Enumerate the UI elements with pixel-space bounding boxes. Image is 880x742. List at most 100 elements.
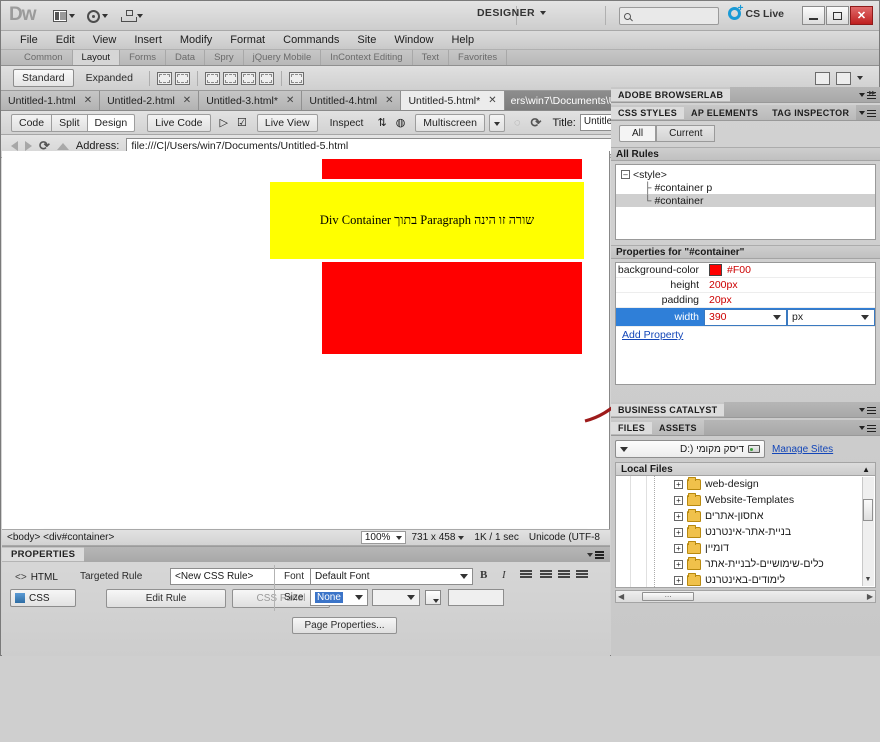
close-icon[interactable]: ✕ <box>286 95 294 106</box>
properties-tab[interactable]: PROPERTIES <box>2 548 85 561</box>
expand-icon[interactable]: + <box>674 543 683 553</box>
color-swatch[interactable] <box>709 264 722 276</box>
close-icon[interactable]: ✕ <box>183 95 191 106</box>
multiscreen-dropdown[interactable] <box>488 113 505 132</box>
close-icon[interactable]: ✕ <box>84 95 92 106</box>
menu-site[interactable]: Site <box>348 34 385 46</box>
code-view-button[interactable]: Code <box>11 113 53 132</box>
menu-view[interactable]: View <box>84 34 126 46</box>
add-property-link[interactable]: Add Property <box>616 328 683 341</box>
insert-tab-incontext-editing[interactable]: InContext Editing <box>321 50 413 65</box>
indent-button[interactable] <box>576 570 588 581</box>
inspect-mode-icon[interactable]: ▷ <box>220 116 228 129</box>
bold-button[interactable]: B <box>480 569 487 581</box>
close-button[interactable]: ✕ <box>850 6 873 25</box>
doc-tab-untitled-5[interactable]: Untitled-5.html* ✕ <box>401 91 505 110</box>
menu-window[interactable]: Window <box>385 34 442 46</box>
text-color-swatch[interactable] <box>425 590 441 605</box>
close-icon[interactable]: ✕ <box>385 95 393 106</box>
rule-container-p[interactable]: ├ #container p <box>616 181 875 194</box>
back-icon[interactable] <box>11 141 18 151</box>
css-rules-tree[interactable]: – <style> ├ #container p └ #container <box>615 164 876 240</box>
scroll-up-icon[interactable]: ▲ <box>862 465 870 474</box>
panel-menu-button[interactable] <box>587 551 604 558</box>
tab-css-styles[interactable]: CSS STYLES <box>611 106 685 119</box>
collapse-icon[interactable]: – <box>621 170 630 179</box>
draw-ap-div-icon[interactable] <box>174 71 190 85</box>
refresh-icon[interactable]: ⟳ <box>531 115 542 131</box>
local-files-tree[interactable]: + web-design + Website-Templates + אחסון… <box>615 476 876 588</box>
property-row-padding[interactable]: padding 20px <box>616 293 875 308</box>
standard-mode-button[interactable]: Standard <box>13 69 74 87</box>
insert-table-icon[interactable] <box>288 71 304 85</box>
site-select[interactable]: דיסק מקומי (:D <box>615 440 765 458</box>
preview-browser-icon[interactable]: ◍ <box>396 116 406 129</box>
doc-tab-untitled-2[interactable]: Untitled-2.html ✕ <box>100 91 200 110</box>
doc-tab-untitled-4[interactable]: Untitled-4.html ✕ <box>302 91 402 110</box>
property-row-background-color[interactable]: background-color #F00 <box>616 263 875 278</box>
insert-tab-favorites[interactable]: Favorites <box>449 50 508 65</box>
outdent-button[interactable] <box>558 570 570 581</box>
menu-format[interactable]: Format <box>221 34 274 46</box>
home-icon[interactable] <box>56 142 69 150</box>
inspect-button[interactable]: Inspect <box>322 114 372 132</box>
scroll-down-icon[interactable]: ▼ <box>863 574 873 585</box>
site-settings-button[interactable] <box>87 7 108 25</box>
property-value-text[interactable]: 200px <box>704 279 875 291</box>
scroll-right-icon[interactable]: ▶ <box>867 592 873 601</box>
zoom-select[interactable]: 100% <box>360 531 407 544</box>
chevron-down-icon[interactable] <box>773 314 781 320</box>
doc-tab-untitled-3[interactable]: Untitled-3.html* ✕ <box>199 91 303 110</box>
live-code-button[interactable]: Live Code <box>147 113 211 132</box>
ordered-list-button[interactable] <box>540 570 552 581</box>
tab-tag-inspector[interactable]: TAG INSPECTOR <box>765 107 856 119</box>
spry-accordion-icon[interactable] <box>240 71 256 85</box>
collapse-panels-icon[interactable]: ▸▸ <box>869 88 876 97</box>
italic-button[interactable]: I <box>502 569 506 581</box>
files-vertical-scrollbar[interactable]: ▼ <box>862 477 874 586</box>
property-value-text[interactable]: 20px <box>704 294 875 306</box>
forward-icon[interactable] <box>25 141 32 151</box>
panel-menu-button[interactable] <box>859 424 876 431</box>
design-canvas[interactable]: שורה זו הינה Paragraph בתוך Div Containe… <box>2 151 610 529</box>
insert-tab-spry[interactable]: Spry <box>205 50 244 65</box>
file-management-icon[interactable]: ⇅ <box>377 116 386 129</box>
expand-icon[interactable]: + <box>674 511 683 521</box>
paragraph-element[interactable]: שורה זו הינה Paragraph בתוך Div Containe… <box>267 179 587 262</box>
menu-modify[interactable]: Modify <box>171 34 221 46</box>
insert-tab-jquery-mobile[interactable]: jQuery Mobile <box>244 50 322 65</box>
tab-assets[interactable]: ASSETS <box>652 422 704 434</box>
panel-menu-button[interactable] <box>859 406 876 413</box>
size-select[interactable]: None <box>310 589 368 606</box>
live-view-options-icon[interactable]: ☑ <box>237 116 247 129</box>
unordered-list-button[interactable] <box>520 570 532 581</box>
property-row-width[interactable]: width 390 px <box>616 308 875 327</box>
expand-icon[interactable]: + <box>674 559 683 569</box>
site-tree-button[interactable] <box>121 7 143 25</box>
manage-sites-link[interactable]: Manage Sites <box>772 444 833 455</box>
filter-current-button[interactable]: Current <box>656 125 716 142</box>
multiscreen-button[interactable]: Multiscreen <box>415 113 485 132</box>
expand-icon[interactable]: + <box>674 527 683 537</box>
html-mode-button[interactable]: <> HTML <box>10 568 76 586</box>
rule-style-node[interactable]: – <style> <box>616 168 875 181</box>
font-select[interactable]: Default Font <box>310 568 473 585</box>
scroll-left-icon[interactable]: ◀ <box>618 592 624 601</box>
business-catalyst-tab[interactable]: BUSINESS CATALYST <box>611 403 725 416</box>
visual-aids-icon[interactable]: ◌ <box>514 117 521 129</box>
layout-switcher-button[interactable] <box>53 7 75 25</box>
insert-tab-text[interactable]: Text <box>413 50 450 65</box>
cs-live-button[interactable]: CS Live <box>728 3 784 20</box>
menu-commands[interactable]: Commands <box>274 34 348 46</box>
files-horizontal-scrollbar[interactable]: ◀ ⋯ ▶ <box>615 590 876 603</box>
color-hex-input[interactable] <box>448 589 504 606</box>
spry-collapsible-panel-icon[interactable] <box>258 71 274 85</box>
tab-files[interactable]: FILES <box>611 421 653 434</box>
search-input[interactable] <box>619 7 719 25</box>
expand-icon[interactable]: + <box>674 479 683 489</box>
window-size-select[interactable]: 731 x 458 <box>406 532 469 543</box>
expand-icon[interactable]: + <box>674 575 683 585</box>
insert-tab-data[interactable]: Data <box>166 50 206 65</box>
property-value[interactable]: #F00 <box>704 264 875 276</box>
tab-ap-elements[interactable]: AP ELEMENTS <box>684 107 765 119</box>
